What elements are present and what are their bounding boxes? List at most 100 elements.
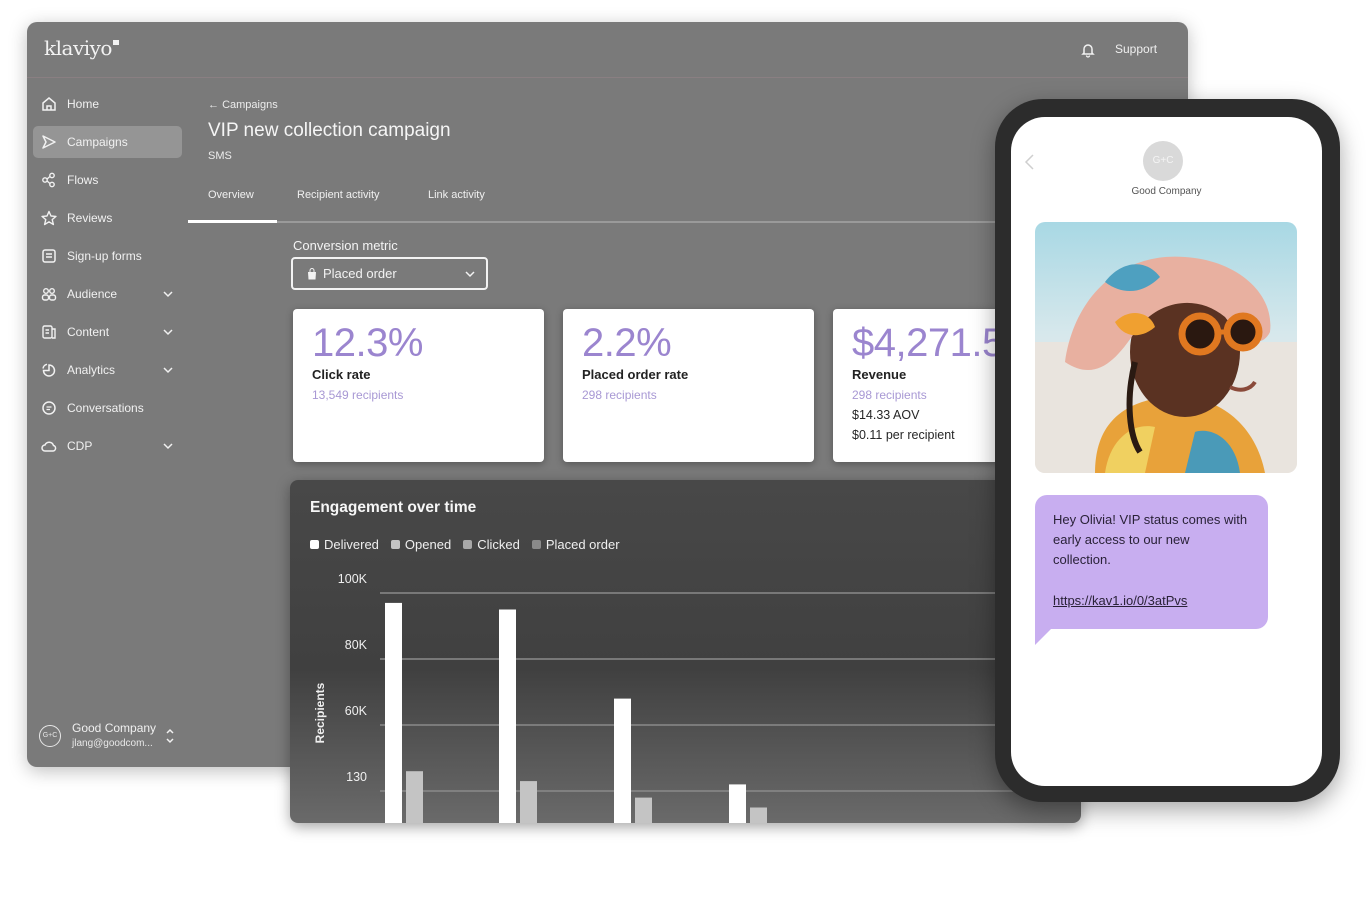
chevron-down-icon[interactable] xyxy=(162,440,174,452)
chevron-down-icon[interactable] xyxy=(162,288,174,300)
top-bar: klaviyo Support xyxy=(27,22,1188,78)
bar-opened[interactable] xyxy=(520,781,537,823)
sidebar-item-signup-forms[interactable]: Sign-up forms xyxy=(33,240,182,272)
account-switcher[interactable]: G+C Good Company jlang@goodcom... xyxy=(37,719,187,759)
audience-icon xyxy=(41,288,57,301)
stat-value: $4,271.5 xyxy=(852,321,1004,365)
sidebar-item-label: Campaigns xyxy=(67,135,128,149)
sidebar-item-home[interactable]: Home xyxy=(33,88,182,120)
conversion-metric-label: Conversion metric xyxy=(293,238,398,253)
account-email: jlang@goodcom... xyxy=(72,738,153,749)
sms-message-text: Hey Olivia! VIP status comes with early … xyxy=(1053,512,1248,567)
conversations-icon xyxy=(42,401,56,415)
y-axis-label: Recipients xyxy=(313,682,327,743)
bell-icon[interactable] xyxy=(1080,42,1096,58)
page-subtitle: SMS xyxy=(208,150,232,162)
sidebar-item-reviews[interactable]: Reviews xyxy=(33,202,182,234)
page-title: VIP new collection campaign xyxy=(208,120,451,141)
sidebar-item-label: Flows xyxy=(67,173,99,187)
back-chevron-icon[interactable] xyxy=(1023,153,1037,171)
bar-opened[interactable] xyxy=(750,807,767,824)
stat-card-placed-order-rate: 2.2% Placed order rate 298 recipients xyxy=(563,309,814,462)
tab-bar: Overview Recipient activity Link activit… xyxy=(188,179,1088,223)
phone-mockup: G+C Good Company Hey Olivia! VIP status … xyxy=(995,99,1340,802)
chevron-up-down-icon[interactable] xyxy=(165,727,175,745)
woman-in-bucket-hat-image xyxy=(1035,256,1297,473)
bar-delivered[interactable] xyxy=(614,698,631,823)
sidebar-item-analytics[interactable]: Analytics xyxy=(33,354,182,386)
sidebar-item-label: Home xyxy=(67,97,100,111)
sidebar-item-label: CDP xyxy=(67,439,93,453)
shopping-bag-icon xyxy=(308,267,316,279)
y-tick-label: 130 xyxy=(346,770,367,784)
sender-name: Good Company xyxy=(1131,186,1202,197)
sidebar-item-label: Reviews xyxy=(67,211,113,225)
conversion-metric-value: Placed order xyxy=(323,266,397,281)
bar-opened[interactable] xyxy=(635,797,652,823)
tab-recipient-activity[interactable]: Recipient activity xyxy=(297,189,380,201)
form-icon xyxy=(42,249,56,263)
tab-link-activity[interactable]: Link activity xyxy=(428,189,485,201)
tab-overview[interactable]: Overview xyxy=(208,189,254,201)
stat-value: 12.3% xyxy=(312,321,423,365)
sidebar-item-flows[interactable]: Flows xyxy=(33,164,182,196)
sidebar-item-campaigns[interactable]: Campaigns xyxy=(33,126,182,158)
sidebar: Home Campaigns Flows Reviews Sign-up for… xyxy=(27,79,187,767)
y-tick-label: 100K xyxy=(338,572,368,586)
bubble-tail xyxy=(1035,627,1053,645)
sms-message-bubble: Hey Olivia! VIP status comes with early … xyxy=(1035,495,1268,629)
phone-screen: G+C Good Company Hey Olivia! VIP status … xyxy=(1011,117,1322,786)
stat-recipients: 298 recipients xyxy=(852,388,927,402)
sms-message-link[interactable]: https://kav1.io/0/3atPvs xyxy=(1053,591,1250,611)
sender-avatar: G+C xyxy=(1143,141,1183,181)
bar-delivered[interactable] xyxy=(499,609,516,824)
stat-label: Revenue xyxy=(852,367,907,382)
bar-delivered[interactable] xyxy=(385,602,402,823)
sidebar-item-content[interactable]: Content xyxy=(33,316,182,348)
chevron-down-icon[interactable] xyxy=(162,364,174,376)
stat-recipients: 13,549 recipients xyxy=(312,388,404,402)
sidebar-item-cdp[interactable]: CDP xyxy=(33,430,182,462)
stat-label: Placed order rate xyxy=(582,367,689,382)
conversion-metric-select[interactable]: Placed order xyxy=(291,257,488,290)
arrow-left-icon: ← xyxy=(208,99,219,111)
breadcrumb-campaigns[interactable]: Campaigns xyxy=(222,99,278,111)
y-tick-label: 80K xyxy=(345,638,368,652)
klaviyo-logo[interactable]: klaviyo xyxy=(44,36,119,60)
sidebar-item-label: Analytics xyxy=(67,363,116,377)
content-icon xyxy=(42,325,56,339)
sidebar-item-label: Conversations xyxy=(67,401,144,415)
stat-per-recipient: $0.11 per recipient xyxy=(852,428,955,442)
flows-icon xyxy=(42,172,55,188)
chevron-down-icon xyxy=(465,271,475,278)
sidebar-item-label: Audience xyxy=(67,287,118,301)
stat-value: 2.2% xyxy=(582,321,672,365)
mms-image[interactable] xyxy=(1035,222,1297,473)
stat-label: Click rate xyxy=(312,367,371,382)
sidebar-item-label: Sign-up forms xyxy=(67,249,142,263)
bar-delivered[interactable] xyxy=(729,784,746,823)
cloud-icon xyxy=(41,441,57,452)
home-icon xyxy=(42,97,56,111)
account-avatar: G+C xyxy=(39,725,61,747)
engagement-chart-panel: Engagement over time Delivered Opened Cl… xyxy=(290,480,1081,823)
sidebar-item-audience[interactable]: Audience xyxy=(33,278,182,310)
analytics-icon xyxy=(42,363,56,377)
engagement-chart: Recipients 100K 80K 60K 130 xyxy=(313,572,1081,824)
stat-card-click-rate: 12.3% Click rate 13,549 recipients xyxy=(293,309,544,462)
send-icon xyxy=(42,135,56,149)
star-icon xyxy=(41,210,57,226)
chevron-down-icon[interactable] xyxy=(162,326,174,338)
logo-flag-icon xyxy=(112,40,119,45)
bar-opened[interactable] xyxy=(406,771,423,823)
y-tick-label: 60K xyxy=(345,704,368,718)
sidebar-item-label: Content xyxy=(67,325,110,339)
stat-recipients: 298 recipients xyxy=(582,388,657,402)
logo-text: klaviyo xyxy=(44,36,112,60)
account-name: Good Company xyxy=(72,721,157,735)
active-tab-indicator xyxy=(188,220,277,223)
stat-aov: $14.33 AOV xyxy=(852,408,920,422)
breadcrumb[interactable]: ← Campaigns xyxy=(208,99,278,111)
sidebar-item-conversations[interactable]: Conversations xyxy=(33,392,182,424)
support-link[interactable]: Support xyxy=(1115,42,1157,56)
